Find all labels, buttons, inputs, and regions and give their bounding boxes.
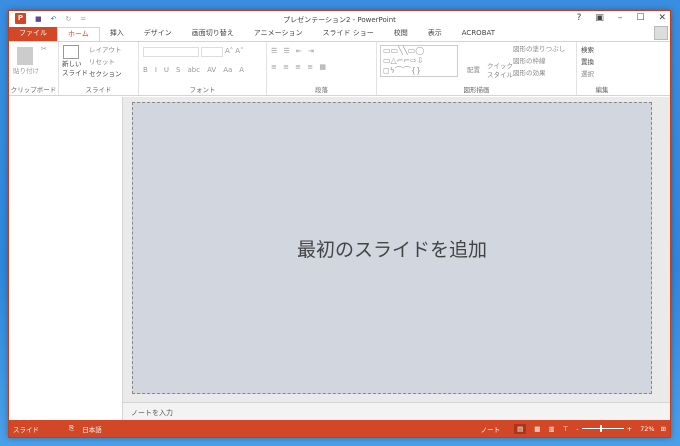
- slide-placeholder[interactable]: 最初のスライドを追加: [132, 102, 652, 394]
- notes-toggle-button[interactable]: ノート: [481, 424, 501, 434]
- powerpoint-window: P ■ ↶ ↻ = プレゼンテーション2 - PowerPoint ? ▣ – …: [8, 10, 671, 438]
- zoom-level[interactable]: 72%: [640, 425, 654, 433]
- tab-animations[interactable]: アニメーション: [244, 27, 313, 41]
- quick-style-label: クイック: [487, 62, 513, 70]
- shape-outline-button[interactable]: 図形の枠線: [513, 55, 565, 67]
- window-title: プレゼンテーション2 - PowerPoint: [283, 16, 396, 24]
- tab-transitions[interactable]: 画面切り替え: [182, 27, 244, 41]
- font-name-select[interactable]: [143, 47, 199, 57]
- tab-review[interactable]: 校閲: [384, 27, 418, 41]
- group-slides: 新しい スライド レイアウト リセット セクション スライド: [59, 42, 139, 95]
- select-button[interactable]: 選択: [581, 68, 623, 80]
- slideshow-icon[interactable]: ⊤: [563, 425, 569, 433]
- group-drawing: ▭▭╲╲▭◯ ▭△⌐⌐⇨⇩ ◻ϟ⌒⌒{} 配置 クイック スタイル 図形の塗りつぶし …: [377, 42, 577, 95]
- tab-acrobat[interactable]: ACROBAT: [452, 27, 505, 41]
- font-size-select[interactable]: [201, 47, 223, 57]
- new-slide-button[interactable]: 新しい スライド: [62, 60, 88, 78]
- reading-view-icon[interactable]: ▥: [548, 425, 554, 433]
- grow-font-button[interactable]: A˄: [225, 47, 233, 57]
- close-button[interactable]: ✕: [658, 13, 666, 23]
- quick-style-button[interactable]: クイック スタイル: [487, 62, 513, 80]
- fit-slide-icon[interactable]: ⊞: [661, 425, 666, 433]
- cut-icon[interactable]: ✂: [41, 45, 47, 53]
- user-avatar[interactable]: [654, 26, 668, 40]
- strikethrough-button[interactable]: S: [176, 66, 180, 74]
- zoom-in-button[interactable]: +: [627, 425, 632, 433]
- find-button[interactable]: 検索: [581, 44, 623, 56]
- group-editing: 検索 置換 選択 編集: [577, 42, 627, 95]
- shape-effect-button[interactable]: 図形の効果: [513, 67, 565, 79]
- layout-button[interactable]: レイアウト: [89, 44, 122, 56]
- bullets-icon[interactable]: ☰ ☰ ⇤ ⇥: [271, 47, 372, 55]
- font-color-button[interactable]: A: [239, 66, 244, 74]
- status-bar: スライド ⎘ 日本語 ノート ▤ ▦ ▥ ⊤ - + 72% ⊞: [9, 420, 670, 437]
- maximize-button[interactable]: ☐: [636, 13, 644, 23]
- shapes-gallery[interactable]: ▭▭╲╲▭◯ ▭△⌐⌐⇨⇩ ◻ϟ⌒⌒{}: [380, 45, 458, 77]
- change-case-button[interactable]: Aa: [223, 66, 232, 74]
- paste-icon: [17, 47, 33, 65]
- editing-label: 編集: [595, 86, 609, 94]
- tab-file[interactable]: ファイル: [9, 27, 57, 41]
- minimize-button[interactable]: –: [618, 13, 623, 23]
- language-status[interactable]: 日本語: [82, 424, 102, 434]
- group-clipboard: 貼り付け ✂ クリップボード: [9, 42, 59, 95]
- group-font: A˄ A˅ B I U S abc AV Aa A フォント: [139, 42, 267, 95]
- new-slide-label: 新しい: [62, 60, 82, 68]
- notes-left-spacer: [9, 402, 123, 421]
- slides-label: スライド: [85, 86, 112, 94]
- bold-button[interactable]: B: [143, 66, 148, 74]
- slide-status: スライド: [13, 425, 39, 434]
- clipboard-label: クリップボード: [10, 86, 57, 94]
- tab-insert[interactable]: 挿入: [100, 27, 134, 41]
- underline-button[interactable]: U: [164, 66, 169, 74]
- replace-button[interactable]: 置換: [581, 56, 623, 68]
- char-spacing-button[interactable]: AV: [207, 66, 216, 74]
- slide-thumbnails-pane[interactable]: [9, 97, 123, 402]
- shrink-font-button[interactable]: A˅: [235, 47, 243, 57]
- title-bar: P ■ ↶ ↻ = プレゼンテーション2 - PowerPoint ? ▣ – …: [9, 11, 670, 27]
- zoom-out-button[interactable]: -: [576, 425, 578, 433]
- strikethrough-abc-button[interactable]: abc: [187, 66, 200, 74]
- slide-sorter-icon[interactable]: ▦: [534, 425, 540, 433]
- font-label: フォント: [189, 86, 216, 94]
- notes-input[interactable]: ノートを入力: [123, 402, 670, 421]
- zoom-slider[interactable]: [581, 425, 624, 432]
- tab-design[interactable]: デザイン: [134, 27, 182, 41]
- group-paragraph: ☰ ☰ ⇤ ⇥ ≡ ≡ ≡ ≡ ▦ 段落: [267, 42, 377, 95]
- help-button[interactable]: ?: [577, 13, 582, 23]
- new-slide-label2: スライド: [62, 69, 88, 77]
- workspace: 最初のスライドを追加: [9, 97, 670, 402]
- add-first-slide-text: 最初のスライドを追加: [296, 238, 487, 261]
- tab-slideshow[interactable]: スライド ショー: [313, 27, 384, 41]
- shape-fill-button[interactable]: 図形の塗りつぶし: [513, 43, 565, 55]
- section-button[interactable]: セクション: [89, 68, 122, 80]
- tab-view[interactable]: 表示: [418, 27, 452, 41]
- normal-view-icon[interactable]: ▤: [514, 423, 527, 434]
- italic-button[interactable]: I: [155, 66, 157, 74]
- ribbon: 貼り付け ✂ クリップボード 新しい スライド レイアウト リセット セクション …: [9, 41, 670, 96]
- drawing-label: 図形描画: [463, 86, 490, 94]
- paragraph-label: 段落: [315, 86, 328, 94]
- tab-home[interactable]: ホーム: [57, 27, 100, 41]
- align-icon[interactable]: ≡ ≡ ≡ ≡ ▦: [271, 63, 372, 71]
- new-slide-icon: [63, 45, 79, 59]
- arrange-button[interactable]: 配置: [467, 64, 480, 76]
- quick-style-label2: スタイル: [487, 71, 513, 79]
- ribbon-tabs: ファイル ホーム 挿入 デザイン 画面切り替え アニメーション スライド ショー…: [9, 26, 670, 41]
- paste-button[interactable]: 貼り付け: [13, 65, 54, 77]
- spellcheck-icon[interactable]: ⎘: [69, 424, 74, 433]
- reset-button[interactable]: リセット: [89, 56, 122, 68]
- slide-canvas: 最初のスライドを追加: [123, 97, 670, 402]
- ribbon-display-button[interactable]: ▣: [595, 13, 604, 23]
